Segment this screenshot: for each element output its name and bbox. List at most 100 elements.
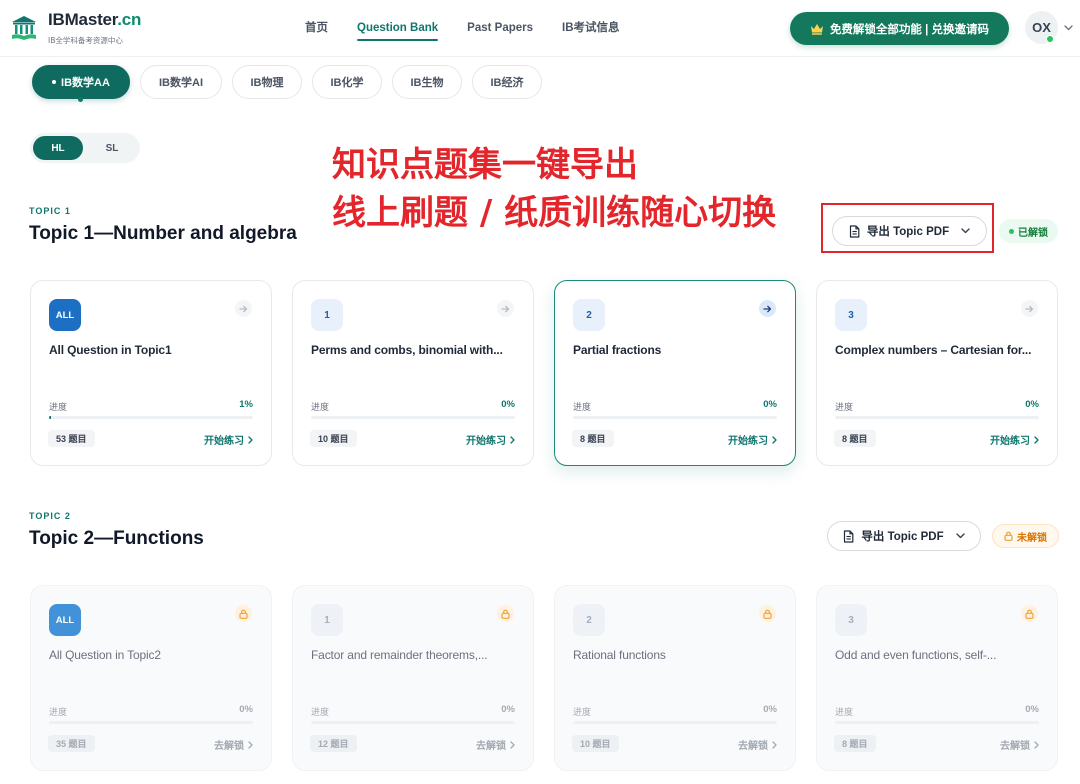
chevron-right-icon — [1034, 740, 1039, 749]
arrow-right-icon[interactable] — [759, 300, 776, 317]
document-icon — [843, 529, 854, 543]
topic-card[interactable]: 1 Factor and remainder theorems,... 进度 0… — [292, 585, 534, 771]
nav-item-question-bank[interactable]: Question Bank — [357, 20, 439, 41]
chevron-down-icon — [955, 533, 965, 539]
arrow-right-icon[interactable] — [1021, 300, 1038, 317]
status-label: 已解锁 — [1018, 227, 1048, 239]
card-title: Perms and combs, binomial with... — [311, 343, 503, 357]
chevron-down-icon[interactable] — [1064, 25, 1073, 31]
progress-bar — [311, 416, 515, 419]
promo-headline-line2: 线上刷题 / 纸质训练随心切换 — [332, 193, 777, 233]
level-sl-option[interactable]: SL — [87, 136, 137, 160]
chevron-right-icon — [248, 435, 253, 444]
topic-title: Topic 2—Functions — [29, 528, 204, 549]
unlock-status-badge: 已解锁 — [999, 219, 1058, 243]
question-count: 10 题目 — [310, 430, 357, 447]
crown-icon — [810, 23, 824, 35]
card-title: Rational functions — [573, 648, 666, 662]
progress-bar — [49, 416, 253, 419]
active-tab-indicator — [78, 97, 83, 102]
topic-card[interactable]: 3 Complex numbers – Cartesian for... 进度 … — [816, 280, 1058, 466]
start-practice-link[interactable]: 开始练习 — [990, 432, 1039, 447]
lock-icon — [235, 605, 252, 622]
arrow-right-icon[interactable] — [497, 300, 514, 317]
lock-icon — [759, 605, 776, 622]
topic-kicker: TOPIC 2 — [29, 511, 71, 521]
tab-label: IB化学 — [330, 77, 364, 89]
logo-suffix: .cn — [117, 10, 142, 29]
question-count: 10 题目 — [572, 735, 619, 752]
lock-icon — [497, 605, 514, 622]
progress-label: 进度 — [311, 402, 330, 412]
active-bullet — [52, 80, 57, 84]
progress-label: 进度 — [835, 402, 854, 412]
progress-value: 0% — [501, 704, 515, 715]
academy-building-icon[interactable] — [9, 13, 39, 43]
start-practice-link[interactable]: 开始练习 — [728, 432, 777, 447]
tab-label: IB数学AI — [159, 77, 203, 89]
chevron-right-icon — [1034, 435, 1039, 444]
progress-bar — [835, 416, 1039, 419]
unlock-all-button[interactable]: 免费解锁全部功能 | 兑换邀请码 — [790, 12, 1009, 45]
unlock-all-label: 免费解锁全部功能 | 兑换邀请码 — [829, 23, 990, 36]
go-unlock-link[interactable]: 去解锁 — [214, 737, 253, 752]
tab-ib-physics[interactable]: IB物理 — [232, 65, 302, 99]
progress-label: 进度 — [49, 402, 68, 412]
question-count: 8 题目 — [572, 430, 614, 447]
card-title: All Question in Topic2 — [49, 648, 161, 662]
topic-card[interactable]: ALL All Question in Topic2 进度 0% 35 题目 去… — [30, 585, 272, 771]
level-toggle: HL SL — [30, 133, 140, 163]
chevron-right-icon — [510, 740, 515, 749]
nav-item-past-papers[interactable]: Past Papers — [467, 20, 533, 36]
card-title: Complex numbers – Cartesian for... — [835, 343, 1032, 357]
logo-wordmark[interactable]: IBMaster.cn — [48, 10, 141, 30]
card-badge: ALL — [49, 604, 81, 636]
logo-name: IBMaster — [48, 10, 118, 29]
tab-ib-biology[interactable]: IB生物 — [392, 65, 462, 99]
topic-card[interactable]: 2 Partial fractions 进度 0% 8 题目 开始练习 — [554, 280, 796, 466]
export-label: 导出 Topic PDF — [866, 226, 950, 238]
chevron-right-icon — [510, 435, 515, 444]
question-count: 53 题目 — [48, 430, 95, 447]
progress-bar — [573, 416, 777, 419]
tab-ib-math-ai[interactable]: IB数学AI — [140, 65, 222, 99]
arrow-right-icon[interactable] — [235, 300, 252, 317]
tab-ib-math-aa[interactable]: IB数学AA — [32, 65, 130, 99]
progress-value: 0% — [763, 704, 777, 715]
progress-bar — [311, 721, 515, 724]
document-icon — [849, 224, 860, 238]
logo-subtitle: IB全学科备考资源中心 — [48, 36, 123, 45]
subject-tabs: IB数学AA IB数学AI IB物理 IB化学 IB生物 IB经济 — [32, 65, 542, 99]
chevron-right-icon — [772, 740, 777, 749]
action-label: 去解锁 — [1000, 741, 1030, 752]
card-badge: 1 — [311, 299, 343, 331]
progress-value: 0% — [501, 399, 515, 410]
top-header: IBMaster.cn IB全学科备考资源中心 首页 Question Bank… — [0, 0, 1080, 57]
start-practice-link[interactable]: 开始练习 — [466, 432, 515, 447]
nav-item-home[interactable]: 首页 — [305, 20, 328, 36]
export-topic-pdf-button[interactable]: 导出 Topic PDF — [827, 521, 981, 551]
go-unlock-link[interactable]: 去解锁 — [738, 737, 777, 752]
level-hl-option[interactable]: HL — [33, 136, 83, 160]
progress-value: 0% — [239, 704, 253, 715]
tab-ib-economics[interactable]: IB经济 — [472, 65, 542, 99]
unlock-status-badge: 未解锁 — [992, 524, 1059, 548]
card-title: All Question in Topic1 — [49, 343, 172, 357]
topic-card[interactable]: 1 Perms and combs, binomial with... 进度 0… — [292, 280, 534, 466]
topic-card[interactable]: 3 Odd and even functions, self-... 进度 0%… — [816, 585, 1058, 771]
action-label: 去解锁 — [214, 741, 244, 752]
nav-item-exam-info[interactable]: IB考试信息 — [562, 20, 620, 36]
chevron-right-icon — [248, 740, 253, 749]
topic-card[interactable]: ALL All Question in Topic1 进度 1% 53 题目 开… — [30, 280, 272, 466]
go-unlock-link[interactable]: 去解锁 — [476, 737, 515, 752]
question-count: 12 题目 — [310, 735, 357, 752]
tab-ib-chemistry[interactable]: IB化学 — [312, 65, 382, 99]
topic-card[interactable]: 2 Rational functions 进度 0% 10 题目 去解锁 — [554, 585, 796, 771]
start-practice-link[interactable]: 开始练习 — [204, 432, 253, 447]
lock-icon — [1021, 605, 1038, 622]
go-unlock-link[interactable]: 去解锁 — [1000, 737, 1039, 752]
export-topic-pdf-button[interactable]: 导出 Topic PDF — [832, 216, 987, 246]
progress-value: 1% — [239, 399, 253, 410]
progress-value: 0% — [763, 399, 777, 410]
progress-bar — [49, 721, 253, 724]
